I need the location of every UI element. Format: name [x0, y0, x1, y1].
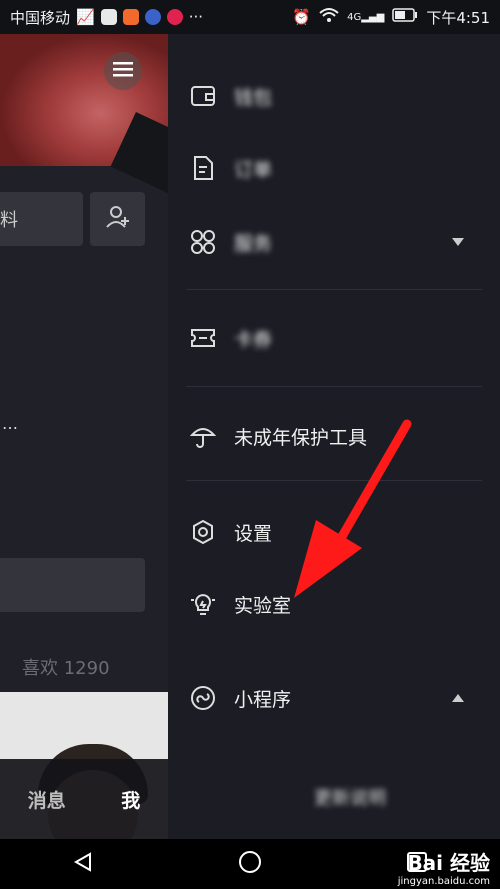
kugou-app-icon	[144, 9, 161, 25]
wifi-icon	[319, 7, 339, 27]
more-notifications-icon: ···	[188, 8, 204, 26]
watermark-url: jingyan.baidu.com	[397, 876, 490, 887]
signal-icon: 4G▂▄▆	[347, 11, 385, 23]
watermark-brand: Bai 经验	[407, 851, 490, 875]
clock-time: 下午4:51	[426, 8, 490, 27]
music-app-icon	[166, 9, 183, 25]
alarm-icon: ⏰	[292, 8, 312, 26]
app-notification-icon	[100, 9, 117, 25]
activity-icon: 📈	[76, 8, 95, 26]
carrier-label: 中国移动	[10, 8, 71, 27]
video-app-icon	[122, 9, 139, 25]
battery-icon	[392, 8, 418, 26]
signal-label: 4G	[347, 11, 362, 23]
status-bar: 中国移动 📈 ··· ⏰ 4G▂▄▆ 下午4:51	[0, 0, 500, 34]
annotation-arrow	[294, 419, 412, 598]
baidu-jingyan-watermark: Bai 经验 jingyan.baidu.com	[398, 847, 490, 887]
